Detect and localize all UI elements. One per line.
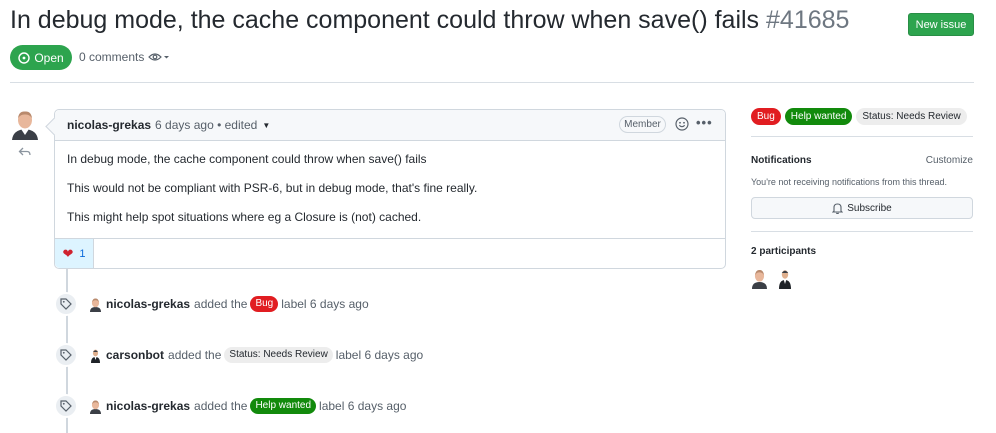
event-time[interactable]: label 6 days ago bbox=[336, 348, 423, 362]
issue-title: In debug mode, the cache component could… bbox=[10, 6, 849, 35]
event-actor-link[interactable]: carsonbot bbox=[106, 348, 164, 362]
eye-icon[interactable] bbox=[148, 52, 170, 62]
participants-heading: 2 participants bbox=[751, 246, 817, 257]
tag-icon bbox=[54, 394, 78, 418]
timeline-event: nicolas-grekas added the Help wanted lab… bbox=[54, 393, 406, 419]
event-time[interactable]: label 6 days ago bbox=[281, 297, 368, 311]
comment-header: nicolas-grekas 6 days ago • edited ▼ Mem… bbox=[55, 110, 725, 141]
issue-number: #41685 bbox=[766, 6, 850, 34]
comment-paragraph: This might help spot situations where eg… bbox=[67, 210, 422, 224]
label-bug[interactable]: Bug bbox=[250, 296, 279, 312]
participants-list bbox=[751, 268, 792, 289]
kebab-horizontal-icon[interactable]: ••• bbox=[696, 115, 713, 130]
tag-icon bbox=[54, 292, 78, 316]
heart-reaction-button[interactable]: ❤ 1 bbox=[55, 239, 94, 268]
author-avatar[interactable] bbox=[10, 108, 40, 140]
sidebar-label-bug[interactable]: Bug bbox=[751, 108, 781, 125]
heart-icon: ❤ bbox=[62, 245, 74, 261]
comment-timestamp[interactable]: 6 days ago • edited bbox=[155, 118, 257, 132]
subscribe-label: Subscribe bbox=[847, 202, 892, 214]
participant-avatar[interactable] bbox=[751, 268, 768, 289]
comment-paragraph: In debug mode, the cache component could… bbox=[67, 152, 427, 166]
author-role-badge: Member bbox=[619, 116, 666, 133]
event-action: added the bbox=[194, 297, 248, 311]
tag-icon bbox=[54, 343, 78, 367]
smiley-icon[interactable] bbox=[675, 117, 689, 131]
customize-notifications-link[interactable]: Customize bbox=[926, 155, 973, 166]
sidebar-divider bbox=[751, 231, 973, 232]
event-action: added the bbox=[168, 348, 222, 362]
comment-body: In debug mode, the cache component could… bbox=[55, 141, 725, 224]
event-actor-avatar[interactable] bbox=[89, 348, 102, 363]
edited-dropdown-caret-icon[interactable]: ▼ bbox=[262, 121, 270, 130]
event-actor-avatar[interactable] bbox=[89, 297, 102, 312]
event-time[interactable]: label 6 days ago bbox=[319, 399, 406, 413]
comment-paragraph: This would not be compliant with PSR-6, … bbox=[67, 181, 478, 195]
sidebar-label-help-wanted[interactable]: Help wanted bbox=[784, 108, 853, 125]
label-help-wanted[interactable]: Help wanted bbox=[250, 398, 317, 414]
reactions-bar: ❤ 1 bbox=[55, 238, 725, 268]
comment-author-link[interactable]: nicolas-grekas bbox=[67, 118, 151, 132]
event-action: added the bbox=[194, 399, 248, 413]
comments-count: 0 comments bbox=[79, 50, 145, 64]
issue-opened-icon bbox=[18, 51, 31, 64]
new-issue-button[interactable]: New issue bbox=[908, 13, 974, 36]
issue-comment: nicolas-grekas 6 days ago • edited ▼ Mem… bbox=[54, 109, 726, 269]
notifications-status-text: You're not receiving notifications from … bbox=[751, 177, 947, 187]
event-actor-link[interactable]: nicolas-grekas bbox=[106, 399, 190, 413]
sidebar-labels: Bug Help wanted Status: Needs Review bbox=[751, 108, 967, 125]
event-actor-avatar[interactable] bbox=[89, 399, 102, 414]
event-actor-link[interactable]: nicolas-grekas bbox=[106, 297, 190, 311]
label-status-needs-review[interactable]: Status: Needs Review bbox=[224, 347, 333, 363]
comments-summary: 0 comments bbox=[79, 50, 170, 64]
issue-state-label: Open bbox=[34, 50, 64, 65]
issue-state-badge: Open bbox=[10, 45, 72, 70]
issue-title-text: In debug mode, the cache component could… bbox=[10, 6, 760, 34]
timeline-event: carsonbot added the Status: Needs Review… bbox=[54, 342, 423, 368]
subscribe-button[interactable]: Subscribe bbox=[751, 197, 973, 219]
bell-icon bbox=[832, 203, 844, 214]
sidebar-divider bbox=[751, 136, 973, 137]
reaction-count: 1 bbox=[79, 247, 86, 260]
timeline-event: nicolas-grekas added the Bug label 6 day… bbox=[54, 291, 369, 317]
notifications-heading: Notifications bbox=[751, 155, 812, 166]
participant-avatar[interactable] bbox=[778, 268, 792, 289]
header-divider bbox=[10, 82, 974, 83]
reply-icon[interactable] bbox=[18, 146, 32, 158]
sidebar-label-status[interactable]: Status: Needs Review bbox=[856, 108, 967, 125]
